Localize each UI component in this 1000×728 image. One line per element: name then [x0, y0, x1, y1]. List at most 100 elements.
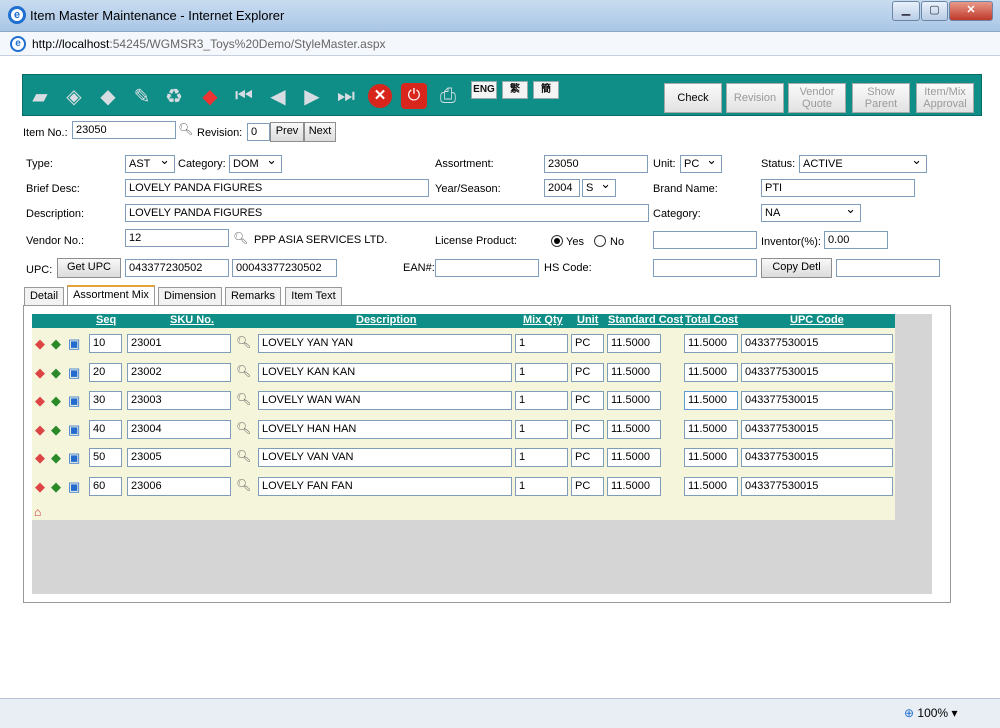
new-document-icon[interactable]: ▰	[27, 84, 53, 108]
row-upc-input[interactable]: 043377530015	[741, 391, 893, 410]
row-edit-icon[interactable]: ◆	[35, 336, 45, 352]
tab-dimension[interactable]: Dimension	[158, 287, 222, 306]
row-edit-icon[interactable]: ◆	[35, 393, 45, 409]
row-unit-input[interactable]: PC	[571, 420, 604, 439]
row-sku-input[interactable]: 23003	[127, 391, 231, 410]
paste-icon[interactable]: ◆	[95, 84, 121, 108]
row-copy-icon[interactable]: ▣	[68, 393, 80, 409]
row-sku-input[interactable]: 23001	[127, 334, 231, 353]
season-select[interactable]: S	[582, 177, 616, 197]
sku-search-icon[interactable]: 🔍︎	[236, 392, 251, 406]
english-language-button[interactable]: ENG	[471, 81, 497, 99]
sku-search-icon[interactable]: 🔍︎	[236, 478, 251, 492]
description-input[interactable]: LOVELY PANDA FIGURES	[125, 204, 649, 222]
vendor-search-icon[interactable]: 🔍︎	[233, 231, 248, 245]
row-total-input[interactable]: 11.5000	[684, 363, 738, 382]
row-std-input[interactable]: 11.5000	[607, 391, 661, 410]
row-unit-input[interactable]: PC	[571, 391, 604, 410]
license-yes-radio[interactable]	[551, 235, 563, 247]
brief-desc-input[interactable]: LOVELY PANDA FIGURES	[125, 179, 429, 197]
row-seq-input[interactable]: 30	[89, 391, 122, 410]
row-desc-input[interactable]: LOVELY FAN FAN	[258, 477, 512, 496]
status-select[interactable]: ACTIVE	[799, 153, 927, 173]
edit-pencil-icon[interactable]: ✎	[129, 84, 155, 108]
show-parent-button[interactable]: Show Parent	[852, 83, 910, 113]
row-copy-icon[interactable]: ▣	[68, 450, 80, 466]
header-description[interactable]: Description	[356, 314, 417, 326]
prev-button[interactable]: Prev	[270, 122, 304, 142]
check-button[interactable]: Check	[664, 83, 722, 113]
row-qty-input[interactable]: 1	[515, 391, 568, 410]
row-seq-input[interactable]: 10	[89, 334, 122, 353]
ean-input[interactable]	[435, 259, 539, 277]
eraser-icon[interactable]: ◆	[197, 84, 223, 108]
revision-button[interactable]: Revision	[726, 83, 784, 113]
header-total-cost[interactable]: Total Cost	[685, 314, 738, 326]
vendor-quote-button[interactable]: Vendor Quote	[788, 83, 846, 113]
copy-detl-input[interactable]	[836, 259, 940, 277]
row-desc-input[interactable]: LOVELY WAN WAN	[258, 391, 512, 410]
row-unit-input[interactable]: PC	[571, 334, 604, 353]
row-total-input[interactable]: 11.5000	[684, 391, 738, 410]
row-desc-input[interactable]: LOVELY YAN YAN	[258, 334, 512, 353]
row-upc-input[interactable]: 043377530015	[741, 477, 893, 496]
row-edit-icon[interactable]: ◆	[35, 479, 45, 495]
row-upc-input[interactable]: 043377530015	[741, 334, 893, 353]
row-unit-input[interactable]: PC	[571, 363, 604, 382]
first-record-icon[interactable]: ⏮	[231, 84, 257, 108]
sku-search-icon[interactable]: 🔍︎	[236, 335, 251, 349]
row-sku-input[interactable]: 23006	[127, 477, 231, 496]
category2-select[interactable]: NA	[761, 202, 861, 222]
row-std-input[interactable]: 11.5000	[607, 448, 661, 467]
row-total-input[interactable]: 11.5000	[684, 477, 738, 496]
row-seq-input[interactable]: 60	[89, 477, 122, 496]
sku-search-icon[interactable]: 🔍︎	[236, 364, 251, 378]
row-copy-icon[interactable]: ▣	[68, 422, 80, 438]
row-copy-icon[interactable]: ▣	[68, 365, 80, 381]
row-delete-icon[interactable]: ◆	[51, 336, 61, 352]
address-url[interactable]: http://localhost:54245/WGMSR3_Toys%20Dem…	[32, 37, 386, 51]
row-qty-input[interactable]: 1	[515, 448, 568, 467]
add-row-icon[interactable]: ⌂	[34, 505, 41, 519]
header-seq[interactable]: Seq	[96, 314, 116, 326]
header-sku-no[interactable]: SKU No.	[170, 314, 214, 326]
row-desc-input[interactable]: LOVELY VAN VAN	[258, 448, 512, 467]
row-desc-input[interactable]: LOVELY KAN KAN	[258, 363, 512, 382]
header-mix-qty[interactable]: Mix Qty	[523, 314, 563, 326]
exit-power-icon[interactable]: ⏻	[401, 83, 427, 109]
next-record-icon[interactable]: ▶	[299, 84, 325, 108]
address-bar[interactable]: e http://localhost:54245/WGMSR3_Toys%20D…	[0, 32, 1000, 56]
row-total-input[interactable]: 11.5000	[684, 334, 738, 353]
recycle-bin-icon[interactable]: ♻	[161, 84, 187, 108]
next-button[interactable]: Next	[304, 122, 336, 142]
inventor-input[interactable]: 0.00	[824, 231, 888, 249]
row-sku-input[interactable]: 23004	[127, 420, 231, 439]
row-delete-icon[interactable]: ◆	[51, 393, 61, 409]
previous-record-icon[interactable]: ◀	[265, 84, 291, 108]
row-desc-input[interactable]: LOVELY HAN HAN	[258, 420, 512, 439]
row-delete-icon[interactable]: ◆	[51, 450, 61, 466]
header-upc-code[interactable]: UPC Code	[790, 314, 844, 326]
row-std-input[interactable]: 11.5000	[607, 363, 661, 382]
vendor-no-input[interactable]: 12	[125, 229, 229, 247]
upc-input-1[interactable]: 043377230502	[125, 259, 229, 277]
row-delete-icon[interactable]: ◆	[51, 479, 61, 495]
row-copy-icon[interactable]: ▣	[68, 336, 80, 352]
row-unit-input[interactable]: PC	[571, 448, 604, 467]
unit-select[interactable]: PC	[680, 153, 722, 173]
row-qty-input[interactable]: 1	[515, 420, 568, 439]
row-seq-input[interactable]: 40	[89, 420, 122, 439]
hs-code-input[interactable]	[653, 259, 757, 277]
assortment-input[interactable]: 23050	[544, 155, 648, 173]
row-copy-icon[interactable]: ▣	[68, 479, 80, 495]
row-std-input[interactable]: 11.5000	[607, 334, 661, 353]
row-unit-input[interactable]: PC	[571, 477, 604, 496]
cancel-icon[interactable]: ✕	[367, 84, 393, 108]
row-delete-icon[interactable]: ◆	[51, 422, 61, 438]
row-total-input[interactable]: 11.5000	[684, 420, 738, 439]
row-total-input[interactable]: 11.5000	[684, 448, 738, 467]
row-sku-input[interactable]: 23002	[127, 363, 231, 382]
row-edit-icon[interactable]: ◆	[35, 365, 45, 381]
year-input[interactable]: 2004	[544, 179, 580, 197]
row-sku-input[interactable]: 23005	[127, 448, 231, 467]
